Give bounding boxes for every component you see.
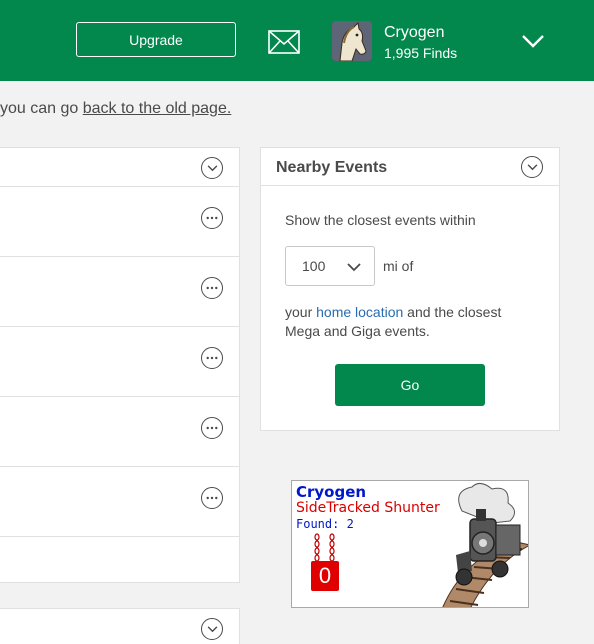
old-page-prefix: you can go (0, 100, 83, 117)
upgrade-button[interactable]: Upgrade (76, 22, 236, 57)
old-page-link[interactable]: back to the old page. (83, 100, 232, 117)
nearby-events-panel: Nearby Events Show the closest events wi… (260, 147, 560, 431)
top-navigation-bar: Upgrade Cryogen 1,995 Finds (0, 0, 594, 81)
list-item (0, 327, 239, 397)
chevron-down-circle-icon[interactable] (201, 618, 223, 640)
badge-counter: 0 (311, 561, 339, 591)
user-name[interactable]: Cryogen (384, 24, 444, 42)
dashboard-panel (0, 147, 240, 583)
distance-unit: mi of (383, 258, 414, 274)
badge-user-name: Cryogen (296, 483, 367, 501)
distance-value: 100 (302, 258, 326, 274)
nearby-events-description: Show the closest events within (285, 212, 476, 228)
more-options-icon[interactable] (201, 277, 223, 299)
old-page-notice: you can go back to the old page. (0, 100, 231, 118)
more-options-icon[interactable] (201, 207, 223, 229)
home-location-text: your home location and the closest Mega … (285, 303, 535, 341)
distance-select[interactable]: 100 (285, 246, 375, 286)
more-options-icon[interactable] (201, 417, 223, 439)
horse-avatar-image (332, 21, 372, 61)
list-item (0, 397, 239, 467)
list-item (0, 467, 239, 537)
panel-header (0, 148, 239, 187)
dashboard-panel-secondary (0, 608, 240, 644)
chevron-down-circle-icon[interactable] (201, 157, 223, 179)
home-location-link[interactable]: home location (316, 304, 403, 320)
more-options-icon[interactable] (201, 347, 223, 369)
chevron-down-icon (347, 263, 361, 272)
nearby-events-header: Nearby Events (261, 148, 559, 186)
user-finds-count: 1,995 Finds (384, 45, 458, 61)
nearby-events-title: Nearby Events (276, 159, 388, 176)
list-item (0, 187, 239, 257)
go-button[interactable]: Go (335, 364, 485, 406)
mail-icon[interactable] (268, 30, 300, 54)
list-item (0, 537, 239, 583)
souvenir-badge[interactable]: Cryogen SideTracked Shunter Found: 2 0 (291, 480, 529, 608)
chevron-down-circle-icon[interactable] (521, 156, 543, 178)
chain-icon (314, 533, 335, 562)
chevron-down-icon[interactable] (521, 31, 545, 51)
avatar[interactable] (332, 21, 372, 61)
home-prefix: your (285, 304, 317, 320)
more-options-icon[interactable] (201, 487, 223, 509)
train-icon (442, 483, 528, 607)
badge-found-count: Found: 2 (296, 517, 354, 531)
list-item (0, 257, 239, 327)
